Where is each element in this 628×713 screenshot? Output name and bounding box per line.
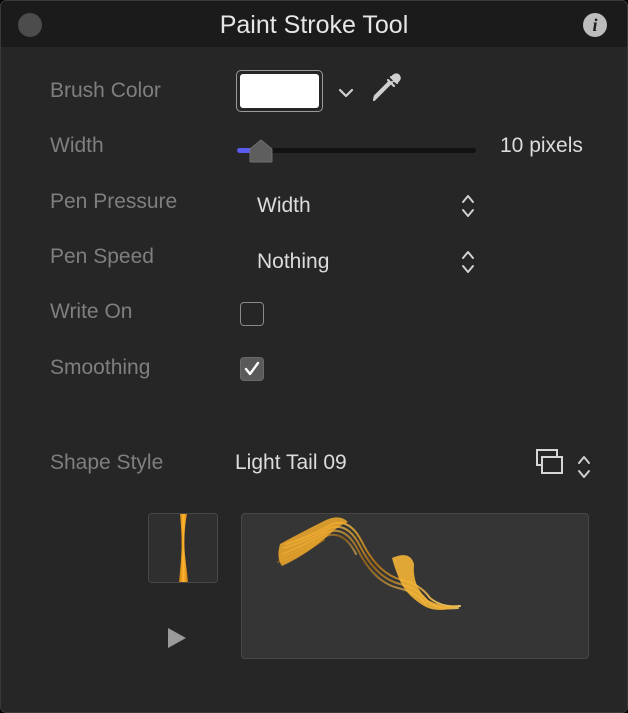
stroke-preview-graphic [277,517,461,610]
shape-library-icon[interactable] [535,447,567,479]
width-value: 10 pixels [500,134,583,157]
paint-stroke-panel: Paint Stroke Tool i Brush Color Width 10… [0,0,628,713]
shape-style-label: Shape Style [50,451,164,474]
checkmark-icon [244,361,260,376]
eyedropper-icon[interactable] [369,71,403,105]
smoothing-label: Smoothing [50,356,151,379]
stepper-icon[interactable] [576,454,592,480]
stroke-profile-graphic [179,514,188,582]
pen-pressure-popup[interactable]: Width [257,194,311,218]
play-icon[interactable] [166,626,188,650]
write-on-checkbox[interactable] [240,302,264,326]
brush-color-well[interactable] [236,70,323,112]
shape-style-value: Light Tail 09 [235,451,347,474]
stroke-preview [241,513,589,659]
pen-pressure-label: Pen Pressure [50,190,178,213]
smoothing-checkbox[interactable] [240,357,264,381]
window-title: Paint Stroke Tool [219,11,409,39]
pen-speed-label: Pen Speed [50,245,154,268]
title-bar: Paint Stroke Tool i [1,1,627,47]
width-label: Width [50,134,104,157]
stepper-icon[interactable] [460,249,476,275]
chevron-down-icon[interactable] [338,87,354,99]
brush-color-swatch [240,74,319,108]
shape-profile-preview [148,513,218,583]
info-icon[interactable]: i [583,13,607,37]
brush-color-label: Brush Color [50,79,161,102]
pen-speed-popup[interactable]: Nothing [257,250,329,274]
write-on-label: Write On [50,300,133,323]
stepper-icon[interactable] [460,193,476,219]
width-slider-thumb[interactable] [248,139,274,163]
